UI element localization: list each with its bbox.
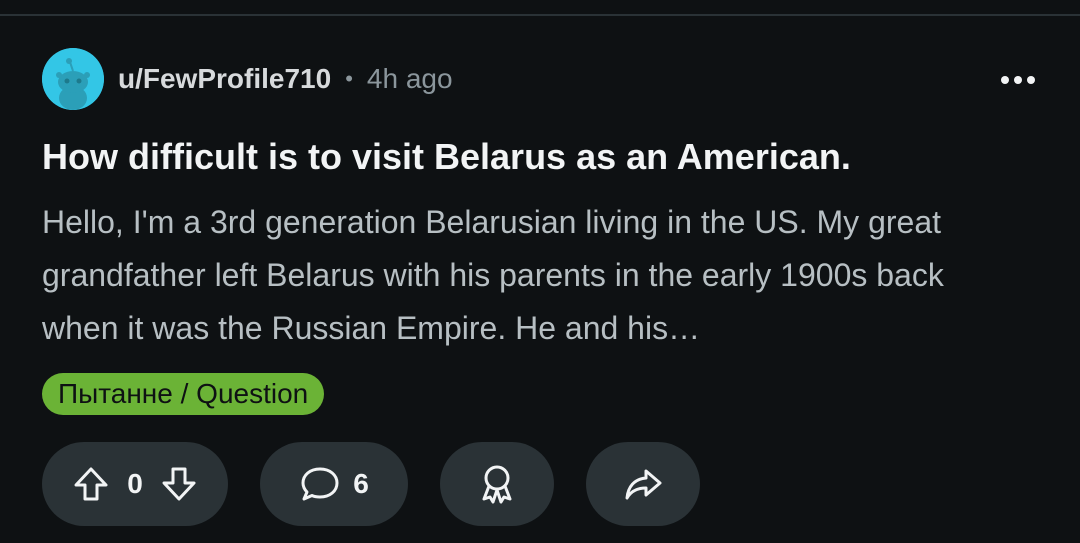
avatar[interactable] xyxy=(42,48,104,110)
more-options-button[interactable] xyxy=(998,60,1038,100)
arrow-down-icon xyxy=(162,467,196,501)
snoo-avatar-icon xyxy=(42,48,104,110)
share-button[interactable] xyxy=(586,442,700,526)
vote-count: 0 xyxy=(127,468,143,499)
vote-control: 0 xyxy=(42,442,228,526)
more-horizontal-icon xyxy=(1001,76,1035,84)
author-username[interactable]: u/FewProfile710 xyxy=(118,63,331,95)
comments-button[interactable]: 6 xyxy=(260,442,408,526)
comment-count: 6 xyxy=(353,468,369,499)
arrow-up-icon xyxy=(74,467,108,501)
post-header: u/FewProfile710 • 4h ago xyxy=(42,48,453,110)
share-arrow-icon xyxy=(625,469,662,500)
post-flair[interactable]: Пытанне / Question xyxy=(42,373,325,415)
post-timestamp: 4h ago xyxy=(366,63,453,94)
award-button[interactable] xyxy=(440,442,554,526)
post-body-preview[interactable]: Hello, I'm a 3rd generation Belarusian l… xyxy=(42,196,992,355)
post-title[interactable]: How difficult is to visit Belarus as an … xyxy=(42,134,1042,180)
speech-bubble-icon xyxy=(301,467,339,501)
meta-separator: • xyxy=(345,66,353,91)
upvote-button[interactable] xyxy=(71,464,111,504)
award-ribbon-icon xyxy=(482,465,512,504)
downvote-button[interactable] xyxy=(159,464,199,504)
post-card[interactable]: u/FewProfile710 • 4h ago How difficult i… xyxy=(0,0,1080,543)
